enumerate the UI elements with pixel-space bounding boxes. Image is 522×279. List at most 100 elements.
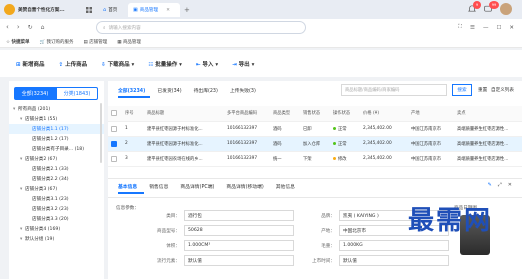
tree-item[interactable]: 店铺分类3.3 (20) — [9, 214, 104, 224]
menu-icon[interactable]: ☰ — [470, 25, 475, 31]
header-title: 商品标题 — [144, 106, 224, 122]
grid-icon[interactable] — [86, 7, 92, 13]
tree-item[interactable]: 店铺分类1.1 (17) — [9, 124, 104, 134]
tree-item[interactable]: ▾ 所有商品 (201) — [9, 104, 104, 114]
batch-ops-button[interactable]: ☷ 批量操作 ▾ — [148, 60, 182, 68]
detail-tab-mobile[interactable]: 商品详情(移动端) — [226, 183, 263, 190]
cell-status: 修改 — [330, 151, 360, 167]
refresh-icon[interactable]: ↻ — [28, 24, 33, 31]
upload-product-button[interactable]: ⇪ 上传商品 — [59, 60, 88, 68]
search-icon: ⌕ — [103, 25, 106, 31]
row-checkbox[interactable] — [111, 155, 117, 162]
close-detail-icon[interactable]: ✕ — [508, 182, 512, 188]
field-input[interactable]: 默认值 — [184, 255, 294, 266]
table-row[interactable]: 1 建平县红枣园源于村标准化... 10166132397 酒码 已卸 正常 2,345,4… — [108, 121, 522, 137]
minimize-icon[interactable]: — — [483, 25, 489, 31]
tree-item[interactable]: ▾ 店铺分类1 (55) — [9, 114, 104, 124]
reset-link[interactable]: 重置 — [478, 87, 487, 93]
tree-item[interactable]: ▾ 默认分组 (19) — [9, 234, 104, 244]
field-input[interactable]: 1.000CM³ — [184, 240, 294, 251]
filter-tab-failed[interactable]: 上传失败(3) — [230, 87, 256, 94]
row-checkbox[interactable] — [111, 140, 117, 147]
close-tab-icon[interactable]: ✕ — [166, 8, 170, 13]
bookmark-my-services[interactable]: 🛒 我订购的服务 — [39, 39, 73, 45]
new-tab-icon[interactable]: + — [184, 6, 190, 14]
cell-text: 正常 — [338, 126, 347, 132]
tree-item[interactable]: 店铺分类1.2 (17) — [9, 134, 104, 144]
tree-item[interactable]: 店铺分类2.1 (33) — [9, 164, 104, 174]
home-nav-icon[interactable]: ⌂ — [41, 24, 45, 31]
shop-tab[interactable]: 美赞自营个性化方案... — [4, 2, 84, 17]
cell-code: 10166132397 — [224, 136, 270, 152]
seg-category[interactable]: 分类(1843) — [56, 87, 98, 100]
export-button[interactable]: ⇥ 导出 ▾ — [232, 60, 254, 68]
bookmark-product-mgmt[interactable]: ▦ 商品管理 — [117, 39, 141, 45]
field-label: 品牌： — [321, 213, 335, 219]
field-input[interactable]: 50628 — [184, 225, 294, 236]
filter-tab-pending[interactable]: 待出库(23) — [194, 87, 218, 94]
bookmark-quick-menu[interactable]: ☆ 快捷菜单 — [6, 39, 29, 45]
expand-icon[interactable]: ⤢ — [498, 182, 502, 188]
close-window-icon[interactable]: ✕ — [509, 25, 514, 31]
forward-icon[interactable]: › — [17, 23, 20, 31]
notification-badge: 9 — [473, 1, 481, 9]
row-checkbox[interactable] — [111, 125, 117, 132]
tree-item-label: 店铺分类3.3 (20) — [32, 217, 69, 222]
detail-tab-sales[interactable]: 销售信息 — [149, 183, 168, 190]
tree-item[interactable]: 店铺分类3.1 (23) — [9, 194, 104, 204]
field-input[interactable]: 默认值 — [339, 255, 449, 266]
product-search-placeholder: 商品标题/商品编码/商家编码 — [345, 88, 400, 93]
cell-text: 已卸 — [303, 126, 312, 132]
table-row[interactable]: 2 建平县红枣园源于村标准化... 10166132397 酒码 加入仓库 正常 2,345… — [108, 136, 522, 152]
field-input[interactable]: 1.000KG — [339, 240, 449, 251]
product-icon: ▣ — [133, 7, 138, 13]
tree-item-label: 店铺分类3.2 (23) — [32, 207, 69, 212]
detail-field: 商品型号： 50628 — [148, 223, 294, 238]
tab-product[interactable]: ▣ 商品管理 ✕ — [128, 3, 180, 17]
download-icon: ⇩ — [101, 61, 106, 68]
active-tab-underline — [118, 96, 150, 98]
tree-item[interactable]: 店铺分类有子目录... (18) — [9, 144, 104, 154]
field-input[interactable]: 酒行包 — [184, 210, 294, 221]
tab-home-label: 首页 — [108, 8, 118, 13]
product-search-input[interactable]: 商品标题/商品编码/商家编码 — [341, 84, 447, 96]
detail-tab-basic[interactable]: 基本信息 — [118, 183, 137, 190]
fullscreen-icon[interactable]: ⛶ — [458, 24, 462, 31]
avatar[interactable] — [500, 3, 512, 15]
table-body: 1 建平县红枣园源于村标准化... 10166132397 酒码 已卸 正常 2,345,4… — [108, 121, 522, 167]
field-label: 毛重： — [321, 243, 335, 249]
tree-item-label: 店铺分类2.2 (34) — [32, 177, 69, 182]
tree-item[interactable]: ▾ 店铺分类3 (67) — [9, 184, 104, 194]
tree-item[interactable]: 店铺分类3.2 (23) — [9, 204, 104, 214]
filter-tab-all[interactable]: 全部(3234) — [118, 87, 145, 94]
sidebar-scrollbar[interactable] — [100, 103, 102, 163]
tab-home[interactable]: ⌂ 首页 — [98, 3, 128, 17]
add-product-button[interactable]: ⊞ 新增商品 — [16, 60, 45, 68]
search-button[interactable]: 搜索 — [452, 84, 472, 96]
custom-list-link[interactable]: 自定义列表 — [491, 87, 514, 93]
browser-titlebar: 美赞自营个性化方案... ⌂ 首页 ▣ 商品管理 ✕ + 9 99 — [0, 0, 522, 19]
filter-tab-shipped[interactable]: 已发货(34) — [157, 87, 181, 94]
bookmark-store-mgmt[interactable]: ▤ 店铺管理 — [84, 39, 108, 45]
maximize-icon[interactable]: ☐ — [496, 25, 501, 31]
back-icon[interactable]: ‹ — [6, 23, 9, 31]
detail-tab-pc[interactable]: 商品详情(PC端) — [180, 183, 214, 190]
tree-item[interactable]: ▾ 店铺分类2 (67) — [9, 154, 104, 164]
cell-text: 加入仓库 — [303, 141, 321, 147]
import-button[interactable]: ⇤ 导入 ▾ — [196, 60, 218, 68]
table-row[interactable]: 3 建平县红枣园农场在线的乡... 10166132397 统一 下架 修改 2,345,4… — [108, 151, 522, 167]
edit-icon[interactable]: ✎ — [488, 182, 492, 188]
seg-all[interactable]: 全部(3234) — [14, 87, 56, 100]
tree-item-label: 所有商品 (201) — [18, 107, 51, 112]
select-all-checkbox[interactable] — [111, 110, 117, 117]
tree-item[interactable]: ▾ 店铺分类4 (169) — [9, 224, 104, 234]
detail-left-fields: 类目： 酒行包 商品型号： 50628 体积： 1.000CM³ 流行元素： 默认值 — [148, 208, 294, 268]
header-no: 序号 — [122, 106, 144, 122]
cell-price: 2,345,402.00 — [360, 121, 408, 137]
browser-search-input[interactable]: ⌕ 请输入搜索内容 — [96, 21, 306, 34]
tree-item[interactable]: 店铺分类2.2 (34) — [9, 174, 104, 184]
detail-tab-other[interactable]: 其他信息 — [276, 183, 295, 190]
download-product-button[interactable]: ⇩ 下载商品 ▾ — [101, 60, 134, 68]
cell-selling: 高端质量养生红枣店源性... — [454, 121, 522, 137]
detail-actions: ✎ ⤢ ✕ — [488, 182, 512, 188]
